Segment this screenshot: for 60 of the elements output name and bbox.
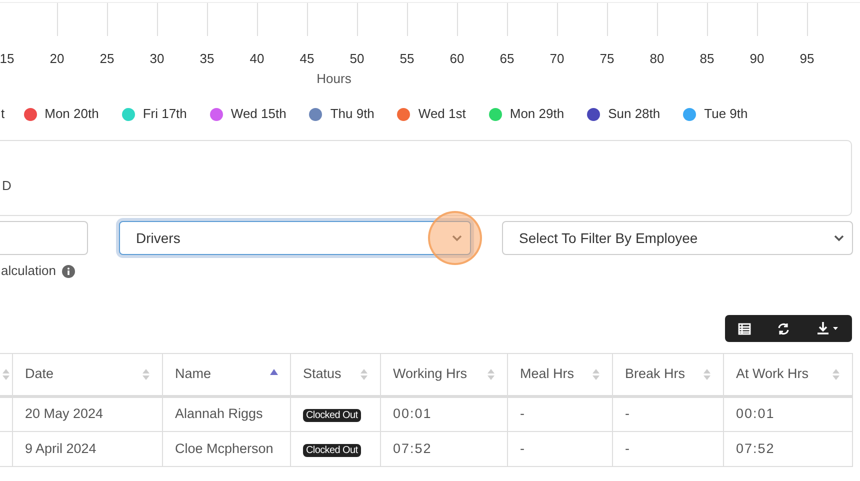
table-cell: 9 April 2024 xyxy=(12,432,162,466)
dropdown-select[interactable]: Select To Filter By Employee xyxy=(502,221,853,255)
legend-label[interactable]: Thu 9th xyxy=(330,104,374,124)
table-cell: - xyxy=(612,396,724,432)
table-cell: 07:52 xyxy=(724,432,852,466)
tick-label: 95 xyxy=(800,51,814,66)
table-cell: 20 May 2024 xyxy=(12,396,162,432)
column-header[interactable]: Status xyxy=(290,354,380,396)
table-cell: Cloe Mcpherson xyxy=(162,432,290,466)
input-field[interactable] xyxy=(0,221,88,255)
legend-label[interactable]: Wed 1st xyxy=(418,104,466,124)
chevron-icon xyxy=(834,234,844,242)
table-cell: Alannah Riggs xyxy=(162,396,290,432)
axis-title: Hours xyxy=(316,71,352,86)
column-header[interactable]: Working Hrs xyxy=(380,354,508,396)
legend-label: t xyxy=(1,105,5,124)
download-icon xyxy=(816,322,839,335)
legend-label[interactable]: Wed 15th xyxy=(230,104,286,124)
table-cell: - xyxy=(508,396,612,432)
tick-label: 45 xyxy=(300,51,314,66)
tick-label: 75 xyxy=(600,51,614,66)
info-icon[interactable] xyxy=(62,264,75,278)
tick-label: 60 xyxy=(450,51,464,66)
field-label: alculation xyxy=(1,262,56,280)
tick-label: 20 xyxy=(50,51,64,66)
chevron-icon xyxy=(452,234,462,242)
status-badge: Clocked Out xyxy=(303,409,361,422)
tick-label: 85 xyxy=(700,51,714,66)
status-badge: Clocked Out xyxy=(303,444,361,457)
refresh-icon xyxy=(777,322,790,334)
tick-label: 30 xyxy=(150,51,164,66)
tick-label: 15 xyxy=(0,51,14,66)
table-cell: - xyxy=(508,432,612,466)
tick-label: 65 xyxy=(500,51,514,66)
tick-label: 55 xyxy=(400,51,414,66)
tick-label: 35 xyxy=(200,51,214,66)
table-icon xyxy=(738,322,752,334)
table-cell: 07:52 xyxy=(380,432,508,466)
table-cell: - xyxy=(612,432,724,466)
column-header[interactable]: Name xyxy=(162,354,290,396)
tick-label: 80 xyxy=(650,51,664,66)
tick-label: 90 xyxy=(750,51,764,66)
column-header[interactable]: Date xyxy=(12,354,162,396)
table-cell: 00:01 xyxy=(724,396,852,432)
tick-label: 25 xyxy=(100,51,114,66)
legend-label[interactable]: Tue 9th xyxy=(704,104,748,124)
tick-label: 40 xyxy=(250,51,264,66)
legend-label[interactable]: Sun 28th xyxy=(608,104,660,124)
legend-label[interactable]: Fri 17th xyxy=(142,104,187,124)
column-header[interactable]: Break Hrs xyxy=(612,354,724,396)
legend-label[interactable]: Mon 20th xyxy=(44,104,99,124)
column-header[interactable]: Meal Hrs xyxy=(508,354,612,396)
tick-label: 50 xyxy=(350,51,364,66)
column-header[interactable]: At Work Hrs xyxy=(724,354,852,396)
click-highlight xyxy=(428,211,482,265)
legend-label[interactable]: Mon 29th xyxy=(510,104,564,124)
tick-label: 70 xyxy=(550,51,564,66)
table-cell: 00:01 xyxy=(380,396,508,432)
dropdown-select[interactable]: Drivers xyxy=(119,221,471,255)
panel-text: D xyxy=(2,178,12,193)
